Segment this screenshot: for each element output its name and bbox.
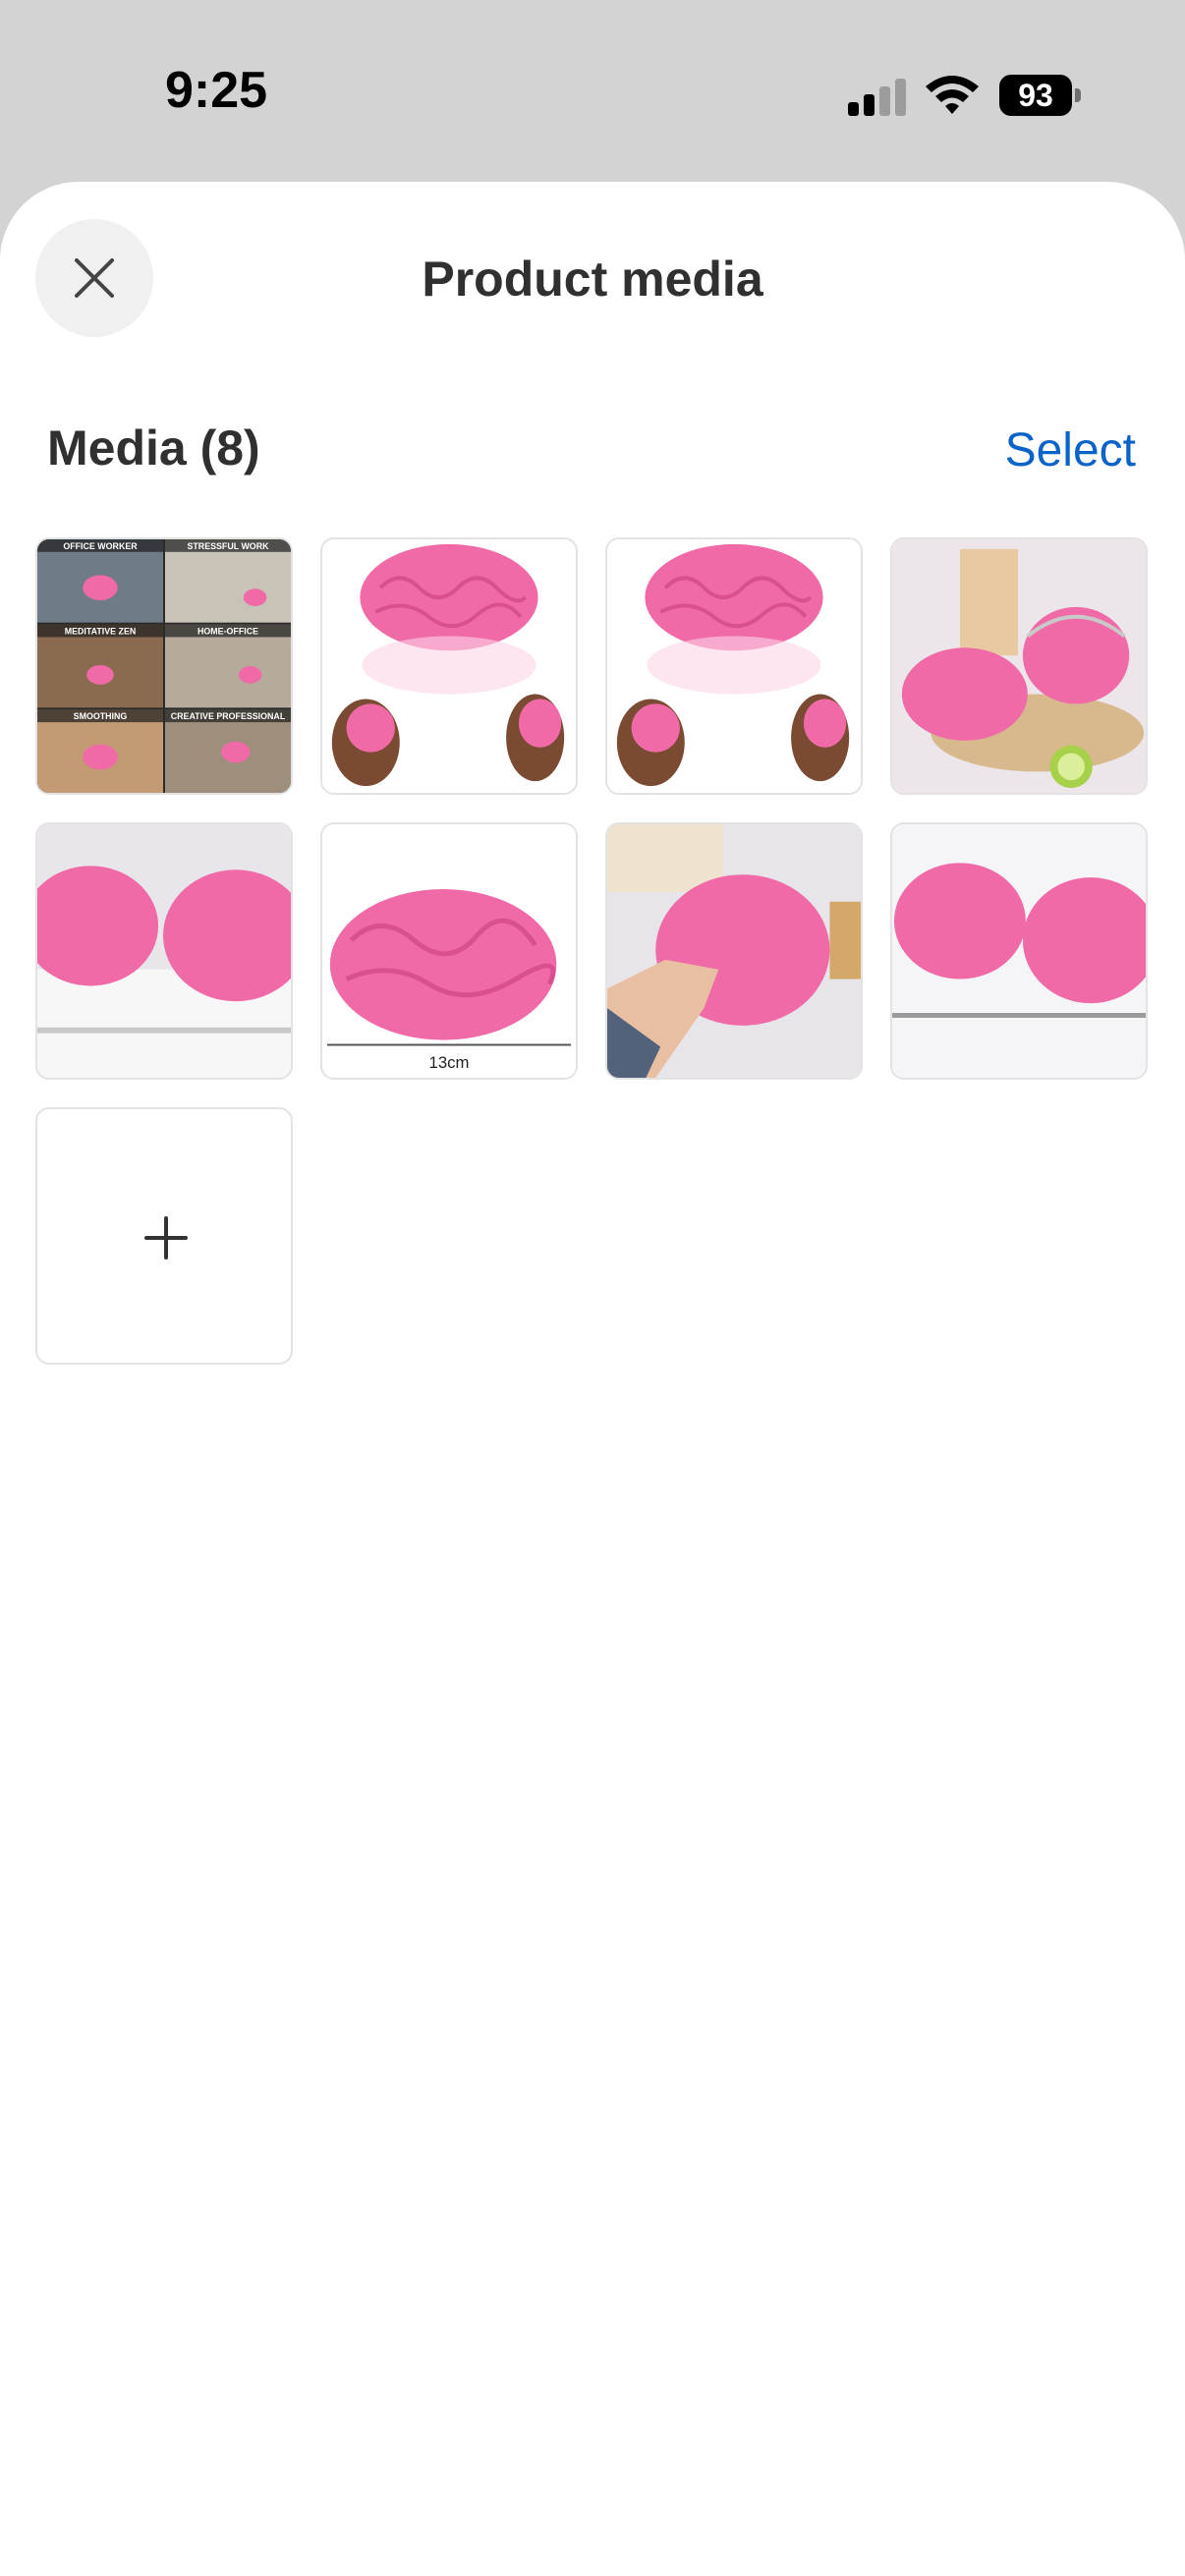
wifi-icon <box>926 76 979 114</box>
collage-image: OFFICE WORKER STRESSFUL WORK MEDITATIVE … <box>37 539 291 793</box>
two-brains-image <box>892 824 1146 1078</box>
battery-level: 93 <box>1018 78 1053 113</box>
collage-label: OFFICE WORKER <box>63 541 138 551</box>
size-label: 13cm <box>429 1053 470 1072</box>
media-thumbnail[interactable]: 13cm <box>320 822 578 1080</box>
media-heading: Media (8) <box>47 420 260 476</box>
collage-label: SMOOTHING <box>74 711 128 721</box>
media-thumbnail[interactable] <box>890 822 1148 1080</box>
media-thumbnail[interactable] <box>605 822 863 1080</box>
collage-label: CREATIVE PROFESSIONAL <box>171 711 286 721</box>
status-bar: 9:25 93 <box>0 0 1185 182</box>
two-brains-image <box>37 824 291 1078</box>
media-thumbnail[interactable] <box>890 537 1148 795</box>
collage-label: MEDITATIVE ZEN <box>65 627 137 637</box>
status-time: 9:25 <box>165 62 268 119</box>
media-thumbnail[interactable]: OFFICE WORKER STRESSFUL WORK MEDITATIVE … <box>35 537 293 795</box>
media-thumbnail[interactable] <box>320 537 578 795</box>
brain-size-image: 13cm <box>322 824 576 1078</box>
hand-squeezing-image <box>607 824 861 1078</box>
media-thumbnail[interactable] <box>35 822 293 1080</box>
add-media-button[interactable] <box>35 1107 293 1365</box>
collage-label: HOME-OFFICE <box>198 627 258 637</box>
signal-icon <box>848 79 906 116</box>
plus-icon <box>144 1216 188 1260</box>
battery-icon: 93 <box>999 75 1082 116</box>
brains-basket-image <box>892 539 1146 793</box>
page-title: Product media <box>422 252 763 307</box>
brain-hands-image <box>322 539 576 793</box>
media-thumbnail[interactable] <box>605 537 863 795</box>
product-media-sheet: Product media Media (8) Select OFFICE WO… <box>0 182 1185 2576</box>
select-button[interactable]: Select <box>1005 423 1136 477</box>
collage-label: STRESSFUL WORK <box>187 541 269 551</box>
brain-hands-image <box>607 539 861 793</box>
